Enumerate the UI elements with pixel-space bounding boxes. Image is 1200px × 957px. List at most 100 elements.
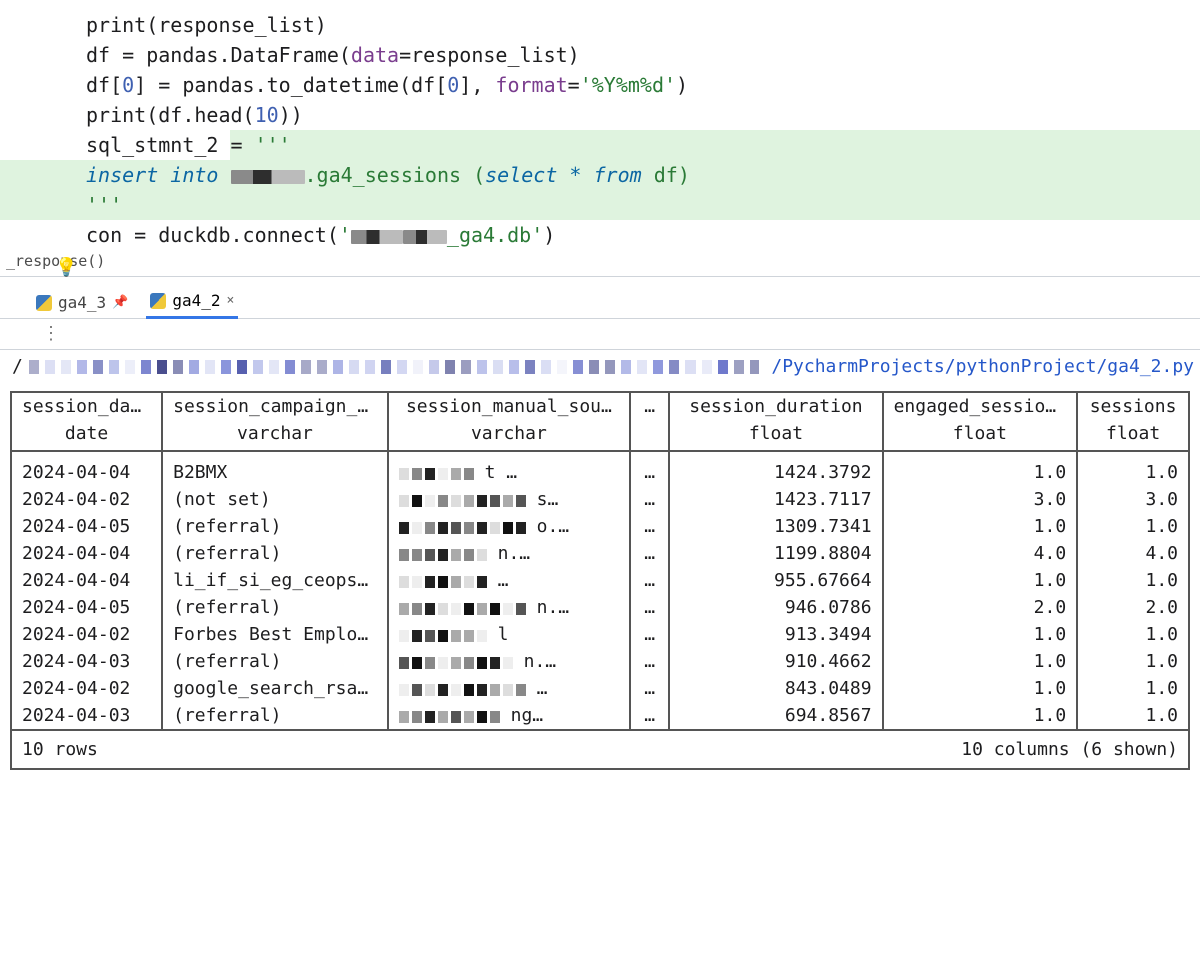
- tab-label: ga4_2: [172, 291, 220, 310]
- cell: 1.0: [883, 513, 1078, 540]
- cell: l: [388, 621, 630, 648]
- code-line[interactable]: print(df.head(10)): [0, 100, 1200, 130]
- code-line[interactable]: print(response_list): [0, 10, 1200, 40]
- redacted-path-segment: [29, 358, 760, 376]
- cell: n.…: [388, 594, 630, 621]
- output-table: session_datesession_campaign_n…session_m…: [10, 391, 1190, 770]
- cell: (referral): [162, 540, 388, 567]
- cell: (not set): [162, 486, 388, 513]
- cell: 694.8567: [669, 702, 882, 730]
- cell: 4.0: [883, 540, 1078, 567]
- cell: 2024-04-05: [11, 513, 162, 540]
- cell: 2024-04-04: [11, 540, 162, 567]
- cell: 2024-04-04: [11, 567, 162, 594]
- close-icon[interactable]: ×: [227, 293, 235, 308]
- cell: 1.0: [1077, 567, 1189, 594]
- script-path-row: / /PycharmProjects/pythonProject/ga4_2.p…: [0, 350, 1200, 387]
- cell: …: [630, 567, 669, 594]
- code-line[interactable]: insert into .ga4_sessions (select * from…: [0, 160, 1200, 190]
- cell: 955.67664: [669, 567, 882, 594]
- cell: 1423.7117: [669, 486, 882, 513]
- cell: …: [630, 621, 669, 648]
- table-footer-rows: 10 rows: [11, 730, 630, 769]
- cell: 1.0: [1077, 451, 1189, 486]
- cell: 2024-04-02: [11, 675, 162, 702]
- python-icon: [36, 295, 52, 311]
- table-row: 2024-04-04(referral) n.……1199.88044.04.0: [11, 540, 1189, 567]
- cell: 1309.7341: [669, 513, 882, 540]
- code-editor[interactable]: 💡 print(response_list)df = pandas.DataFr…: [0, 0, 1200, 250]
- cell: s…: [388, 486, 630, 513]
- cell: 1.0: [883, 648, 1078, 675]
- col-type: float: [883, 420, 1078, 451]
- table-row: 2024-04-02(not set) s……1423.71173.03.0: [11, 486, 1189, 513]
- cell: 1.0: [1077, 702, 1189, 730]
- cell: 1.0: [1077, 513, 1189, 540]
- table-footer-cols: 10 columns (6 shown): [630, 730, 1189, 769]
- table-row: 2024-04-04li_if_si_eg_ceops_… ……955.6766…: [11, 567, 1189, 594]
- cell: t …: [388, 451, 630, 486]
- col-type: varchar: [388, 420, 630, 451]
- cell: (referral): [162, 594, 388, 621]
- code-line[interactable]: sql_stmnt_2 = ''': [0, 130, 1200, 160]
- tab-label: ga4_3: [58, 293, 106, 312]
- console-toolbar[interactable]: ⋮: [0, 319, 1200, 350]
- cell: 2024-04-04: [11, 451, 162, 486]
- cell: 2.0: [1077, 594, 1189, 621]
- cell: 1.0: [1077, 621, 1189, 648]
- col-type: varchar: [162, 420, 388, 451]
- cell: 910.4662: [669, 648, 882, 675]
- run-tabs: ga4_3 📌 ga4_2 ×: [0, 277, 1200, 319]
- script-path-link[interactable]: /PycharmProjects/pythonProject/ga4_2.py: [771, 356, 1194, 377]
- cell: 1199.8804: [669, 540, 882, 567]
- cell: 1.0: [1077, 675, 1189, 702]
- col-type: float: [669, 420, 882, 451]
- run-tab-ga4_2[interactable]: ga4_2 ×: [146, 285, 238, 319]
- cell: 1.0: [1077, 648, 1189, 675]
- table-row: 2024-04-02Forbes Best Employer l…913.349…: [11, 621, 1189, 648]
- cell: 1.0: [883, 675, 1078, 702]
- code-line[interactable]: con = duckdb.connect('_ga4.db'): [0, 220, 1200, 250]
- cell: 1.0: [883, 567, 1078, 594]
- cell: 913.3494: [669, 621, 882, 648]
- table-row: 2024-04-03(referral) n.……910.46621.01.0: [11, 648, 1189, 675]
- cell: 4.0: [1077, 540, 1189, 567]
- cell: 3.0: [883, 486, 1078, 513]
- cell: 1.0: [883, 621, 1078, 648]
- col-type: date: [11, 420, 162, 451]
- cell: google_search_rsa_…: [162, 675, 388, 702]
- cell: …: [630, 675, 669, 702]
- cell: o.…: [388, 513, 630, 540]
- cell: B2BMX: [162, 451, 388, 486]
- python-icon: [150, 293, 166, 309]
- col-type: float: [1077, 420, 1189, 451]
- lightbulb-icon[interactable]: 💡: [55, 253, 77, 283]
- run-tab-ga4_3[interactable]: ga4_3 📌: [32, 287, 132, 318]
- col-header: session_manual_sou…: [388, 392, 630, 420]
- cell: Forbes Best Employer: [162, 621, 388, 648]
- cell: 2024-04-02: [11, 486, 162, 513]
- cell: n.…: [388, 648, 630, 675]
- redacted-text: [351, 230, 403, 244]
- cell: 1.0: [883, 702, 1078, 730]
- pin-icon[interactable]: 📌: [112, 295, 128, 310]
- code-line[interactable]: ''': [0, 190, 1200, 220]
- table-row: 2024-04-04B2BMX t ……1424.37921.01.0: [11, 451, 1189, 486]
- cell: ng…: [388, 702, 630, 730]
- cell: 1.0: [883, 451, 1078, 486]
- table-row: 2024-04-05(referral) n.……946.07862.02.0: [11, 594, 1189, 621]
- redacted-text: [403, 230, 447, 244]
- breadcrumb: _response(): [0, 250, 1200, 277]
- cell: …: [630, 702, 669, 730]
- cell: …: [630, 540, 669, 567]
- cell: 2024-04-03: [11, 648, 162, 675]
- cell: 2024-04-03: [11, 702, 162, 730]
- col-header: session_date: [11, 392, 162, 420]
- code-line[interactable]: df[0] = pandas.to_datetime(df[0], format…: [0, 70, 1200, 100]
- table-row: 2024-04-02google_search_rsa_… ……843.0489…: [11, 675, 1189, 702]
- cell: n.…: [388, 540, 630, 567]
- cell: …: [388, 567, 630, 594]
- col-type: [630, 420, 669, 451]
- code-line[interactable]: df = pandas.DataFrame(data=response_list…: [0, 40, 1200, 70]
- col-header: …: [630, 392, 669, 420]
